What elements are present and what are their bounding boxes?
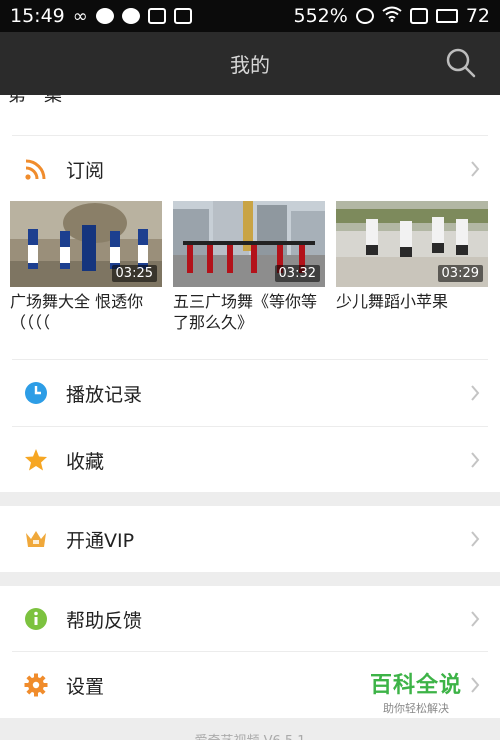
- search-button[interactable]: [444, 46, 478, 80]
- info-icon: [25, 608, 47, 630]
- version-text: 爱奇艺视频 V6.5.1: [0, 730, 500, 740]
- image-icon: [147, 8, 166, 24]
- video-thumbnail[interactable]: 03:32: [173, 201, 325, 287]
- history-row[interactable]: 播放记录: [0, 360, 500, 426]
- alarm-icon: [355, 8, 374, 24]
- square-icon: [409, 8, 428, 24]
- watermark: 百科全说 助你轻松解决: [366, 667, 466, 715]
- video-thumbnail[interactable]: 03:29: [336, 201, 488, 287]
- star-icon: [25, 449, 47, 471]
- video-duration: 03:32: [274, 265, 320, 282]
- page-title: 我的: [230, 53, 270, 77]
- chevron-right-icon: [471, 611, 480, 627]
- gear-icon: [24, 673, 48, 697]
- chevron-right-icon: [471, 385, 480, 401]
- settings-label: 设置: [66, 675, 105, 698]
- wifi-icon: [382, 5, 402, 27]
- search-icon: [446, 48, 476, 78]
- help-row[interactable]: 帮助反馈: [0, 586, 500, 652]
- rss-icon: [25, 159, 46, 180]
- subscribe-label: 订阅: [66, 159, 105, 182]
- video-title[interactable]: 五三广场舞《等你等了那么久》: [173, 291, 325, 333]
- vip-panel: 开通VIP: [0, 506, 500, 572]
- chevron-right-icon: [471, 161, 480, 177]
- crown-icon: [26, 531, 46, 547]
- video-duration: 03:29: [437, 265, 483, 282]
- video-list: 03:25 广场舞大全 恨透你（（（（ 03:32 五三广场舞《等你等了那么久》…: [10, 201, 490, 341]
- video-card[interactable]: 03:25 广场舞大全 恨透你（（（（: [10, 201, 162, 333]
- chat-bubble-icon: [95, 8, 114, 24]
- watermark-subtitle: 助你轻松解决: [383, 702, 449, 715]
- history-label: 播放记录: [66, 383, 143, 406]
- favorites-row[interactable]: 收藏: [0, 427, 500, 492]
- clock-icon: [25, 382, 47, 404]
- video-card[interactable]: 03:29 少儿舞蹈小苹果: [336, 201, 488, 312]
- chevron-right-icon: [471, 531, 480, 547]
- video-thumbnail[interactable]: 03:25: [10, 201, 162, 287]
- infinity-icon: ∞: [72, 5, 88, 27]
- battery-level-text: 72: [465, 5, 490, 27]
- snapchat-icon: [173, 8, 192, 24]
- favorites-label: 收藏: [66, 450, 105, 473]
- status-time: 15:49: [10, 5, 65, 27]
- status-bar: 15:49 ∞ 552% 72: [0, 0, 500, 32]
- main-panel: 第一集 订阅 03:25 广场舞大全 恨透你（（（（ 03:32 五三广场舞《等…: [0, 95, 500, 492]
- vip-row[interactable]: 开通VIP: [0, 506, 500, 572]
- subscribe-row[interactable]: 订阅: [0, 136, 500, 202]
- chevron-right-icon: [471, 452, 480, 468]
- help-label: 帮助反馈: [66, 609, 143, 632]
- vip-label: 开通VIP: [66, 529, 135, 552]
- partial-text: 第一集: [8, 95, 62, 106]
- video-title[interactable]: 广场舞大全 恨透你（（（（: [10, 291, 162, 333]
- video-card[interactable]: 03:32 五三广场舞《等你等了那么久》: [173, 201, 325, 333]
- video-title[interactable]: 少儿舞蹈小苹果: [336, 291, 488, 312]
- battery-icon: [435, 9, 458, 23]
- battery-percent-text: 552%: [293, 5, 348, 27]
- watermark-title: 百科全说: [369, 673, 462, 698]
- message-icon: [121, 8, 140, 24]
- title-bar: 我的: [0, 32, 500, 95]
- video-duration: 03:25: [111, 265, 157, 282]
- chevron-right-icon: [471, 677, 480, 693]
